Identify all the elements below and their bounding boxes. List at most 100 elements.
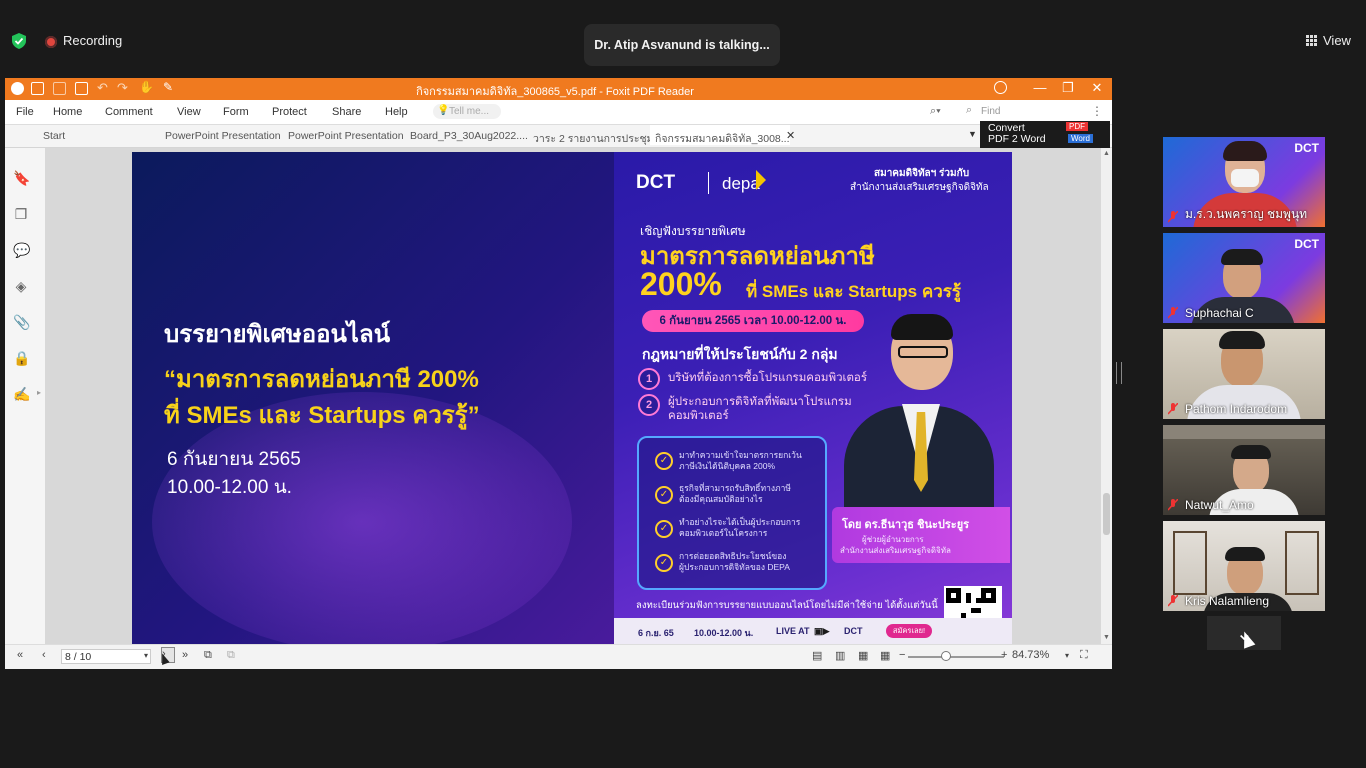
law-item-text: คอมพิวเตอร์: [668, 410, 729, 422]
tab-list-icon[interactable]: ▼: [968, 129, 977, 139]
security-icon[interactable]: 🔒: [13, 350, 30, 366]
menu-comment[interactable]: Comment: [105, 106, 153, 118]
convert-pdf-to-word-button[interactable]: Convert PDF 2 Word PDF Word: [980, 121, 1110, 148]
background-shelf: [1173, 531, 1207, 595]
zoom-in-icon[interactable]: +: [1001, 649, 1007, 661]
menu-share[interactable]: Share: [332, 106, 361, 118]
menu-help[interactable]: Help: [385, 106, 408, 118]
zoom-out-icon[interactable]: −: [899, 649, 905, 661]
close-tab-icon[interactable]: ✕: [786, 129, 795, 142]
zoom-slider-handle[interactable]: [941, 651, 951, 661]
participant-tile[interactable]: Natwut_Amo: [1163, 425, 1325, 515]
muted-mic-icon: [1168, 211, 1178, 223]
previous-page-icon[interactable]: ‹: [42, 649, 46, 661]
tab-active[interactable]: กิจกรรมสมาคมดิจิทัล_3008...: [650, 125, 790, 145]
page-dropdown-icon[interactable]: ▾: [144, 651, 148, 660]
slide-quote-line-2: ที่ SMEs และ Startups ควรรู้”: [164, 402, 480, 429]
page-number-field[interactable]: 8 / 10: [61, 649, 151, 664]
participant-hair: [1231, 445, 1271, 459]
vertical-scrollbar[interactable]: ▲ ▼: [1101, 148, 1112, 644]
print-icon[interactable]: [75, 82, 88, 95]
scroll-down-icon[interactable]: ▼: [1103, 634, 1110, 641]
facing-page-icon[interactable]: ▦: [858, 649, 868, 662]
continuous-facing-icon[interactable]: ▦: [880, 649, 890, 662]
tab-ppt-1[interactable]: PowerPoint Presentation: [165, 130, 281, 142]
fullscreen-icon[interactable]: ⛶: [1080, 649, 1088, 662]
hand-tool-icon[interactable]: ✋: [139, 80, 154, 94]
zoom-slider[interactable]: [908, 656, 1004, 658]
tab-board[interactable]: Board_P3_30Aug2022....: [410, 130, 528, 142]
minimize-button[interactable]: —: [1030, 80, 1050, 95]
expand-panel-icon[interactable]: ▸: [37, 388, 41, 397]
participant-tile[interactable]: Kris Nalamlieng: [1163, 521, 1325, 611]
logo-divider: [708, 172, 709, 194]
find-input[interactable]: Find: [963, 104, 1088, 120]
navigation-panel: 🔖 ❐ 💬 ◈ 📎 🔒 ✍ ▸: [5, 148, 45, 648]
scrollbar-thumb[interactable]: [1103, 493, 1110, 535]
redo-icon[interactable]: ↷: [117, 80, 128, 96]
topic-line: การต่อยอดสิทธิประโยชน์ของ: [679, 551, 787, 561]
slide-date: 6 กันยายน 2565: [167, 449, 301, 470]
active-speaker-text: Dr. Atip Asvanund is talking...: [594, 38, 770, 52]
footer-live: LIVE AT: [776, 626, 810, 636]
tab-agenda[interactable]: วาระ 2 รายงานการประชุม...: [533, 130, 662, 147]
speaker-name: โดย ดร.ธีนาวุธ ชินะประยูร: [842, 519, 970, 531]
panel-resize-handle[interactable]: [1116, 362, 1122, 384]
menu-view[interactable]: View: [177, 106, 201, 118]
topic-line: มาทำความเข้าใจมาตรการยกเว้น: [679, 450, 802, 460]
account-icon[interactable]: [994, 81, 1007, 94]
document-view[interactable]: บรรยายพิเศษออนไลน์ “มาตรการลดหย่อนภาษี 2…: [45, 148, 1101, 644]
participant-tile[interactable]: Pathom Indarodom: [1163, 329, 1325, 419]
participant-banner: DCT: [1294, 237, 1319, 251]
tab-ppt-2[interactable]: PowerPoint Presentation: [288, 130, 404, 142]
signature-icon[interactable]: ✍: [13, 386, 30, 402]
close-window-button[interactable]: ✕: [1087, 80, 1107, 96]
menu-form[interactable]: Form: [223, 106, 249, 118]
more-options-icon[interactable]: ⋮: [1091, 104, 1103, 118]
topic-line: คอมพิวเตอร์ในโครงการ: [679, 528, 768, 538]
undo-icon[interactable]: ↶: [97, 80, 108, 96]
tab-start[interactable]: Start: [43, 130, 65, 142]
convert-label-2: PDF 2 Word: [988, 133, 1046, 145]
poster-percentage: 200%: [640, 266, 722, 302]
bookmark-icon[interactable]: 🔖: [13, 170, 30, 186]
recording-label[interactable]: Recording: [63, 33, 122, 48]
law-item-text: ผู้ประกอบการดิจิทัลที่พัฒนาโปรแกรม: [668, 396, 852, 408]
zoom-level[interactable]: 84.73%: [1012, 649, 1049, 661]
speaker-glasses: [898, 346, 948, 358]
muted-mic-icon: [1168, 595, 1178, 607]
previous-view-icon[interactable]: ⧉: [204, 649, 212, 662]
scroll-up-icon[interactable]: ▲: [1103, 150, 1110, 157]
next-view-icon[interactable]: ⧉: [227, 649, 235, 662]
security-shield-icon[interactable]: [12, 33, 26, 49]
attachment-icon[interactable]: 📎: [13, 314, 30, 330]
participant-tile[interactable]: DCT ม.ร.ว.นพคราญ ชมพูนุท: [1163, 137, 1325, 227]
menu-protect[interactable]: Protect: [272, 106, 307, 118]
open-icon[interactable]: [31, 82, 44, 95]
search-options-icon[interactable]: ⌕▾: [930, 105, 941, 118]
last-page-icon[interactable]: »: [182, 649, 188, 661]
layers-icon[interactable]: ◈: [13, 278, 29, 294]
footer-channel: DCT: [844, 626, 863, 636]
poster-title-2: ที่ SMEs และ Startups ควรรู้: [746, 282, 962, 301]
check-icon: ✓: [655, 486, 673, 504]
restore-button[interactable]: ❐: [1058, 80, 1078, 96]
continuous-page-icon[interactable]: ▥: [835, 649, 845, 662]
comments-icon[interactable]: 💬: [13, 242, 30, 258]
register-note: ลงทะเบียนร่วมฟังการบรรยายแบบออนไลน์โดยไม…: [636, 600, 938, 611]
single-page-icon[interactable]: ▤: [812, 649, 822, 662]
menu-file[interactable]: File: [16, 106, 34, 118]
muted-mic-icon: [1168, 499, 1178, 511]
participant-tile[interactable]: DCT Suphachai C: [1163, 233, 1325, 323]
first-page-icon[interactable]: «: [17, 649, 23, 661]
menu-home[interactable]: Home: [53, 106, 82, 118]
poster-org-line-2: สำนักงานส่งเสริมเศรษฐกิจดิจิทัล: [850, 182, 989, 193]
highlight-tool-icon[interactable]: ✎: [163, 80, 173, 94]
muted-mic-icon: [1168, 403, 1178, 415]
pages-icon[interactable]: ❐: [13, 206, 29, 222]
zoom-dropdown-icon[interactable]: ▾: [1065, 651, 1069, 660]
slide-quote-line-1: “มาตรการลดหย่อนภาษี 200%: [164, 366, 479, 393]
view-button[interactable]: View: [1306, 33, 1351, 48]
slide-time: 10.00-12.00 น.: [167, 477, 292, 498]
save-icon[interactable]: [53, 82, 66, 95]
